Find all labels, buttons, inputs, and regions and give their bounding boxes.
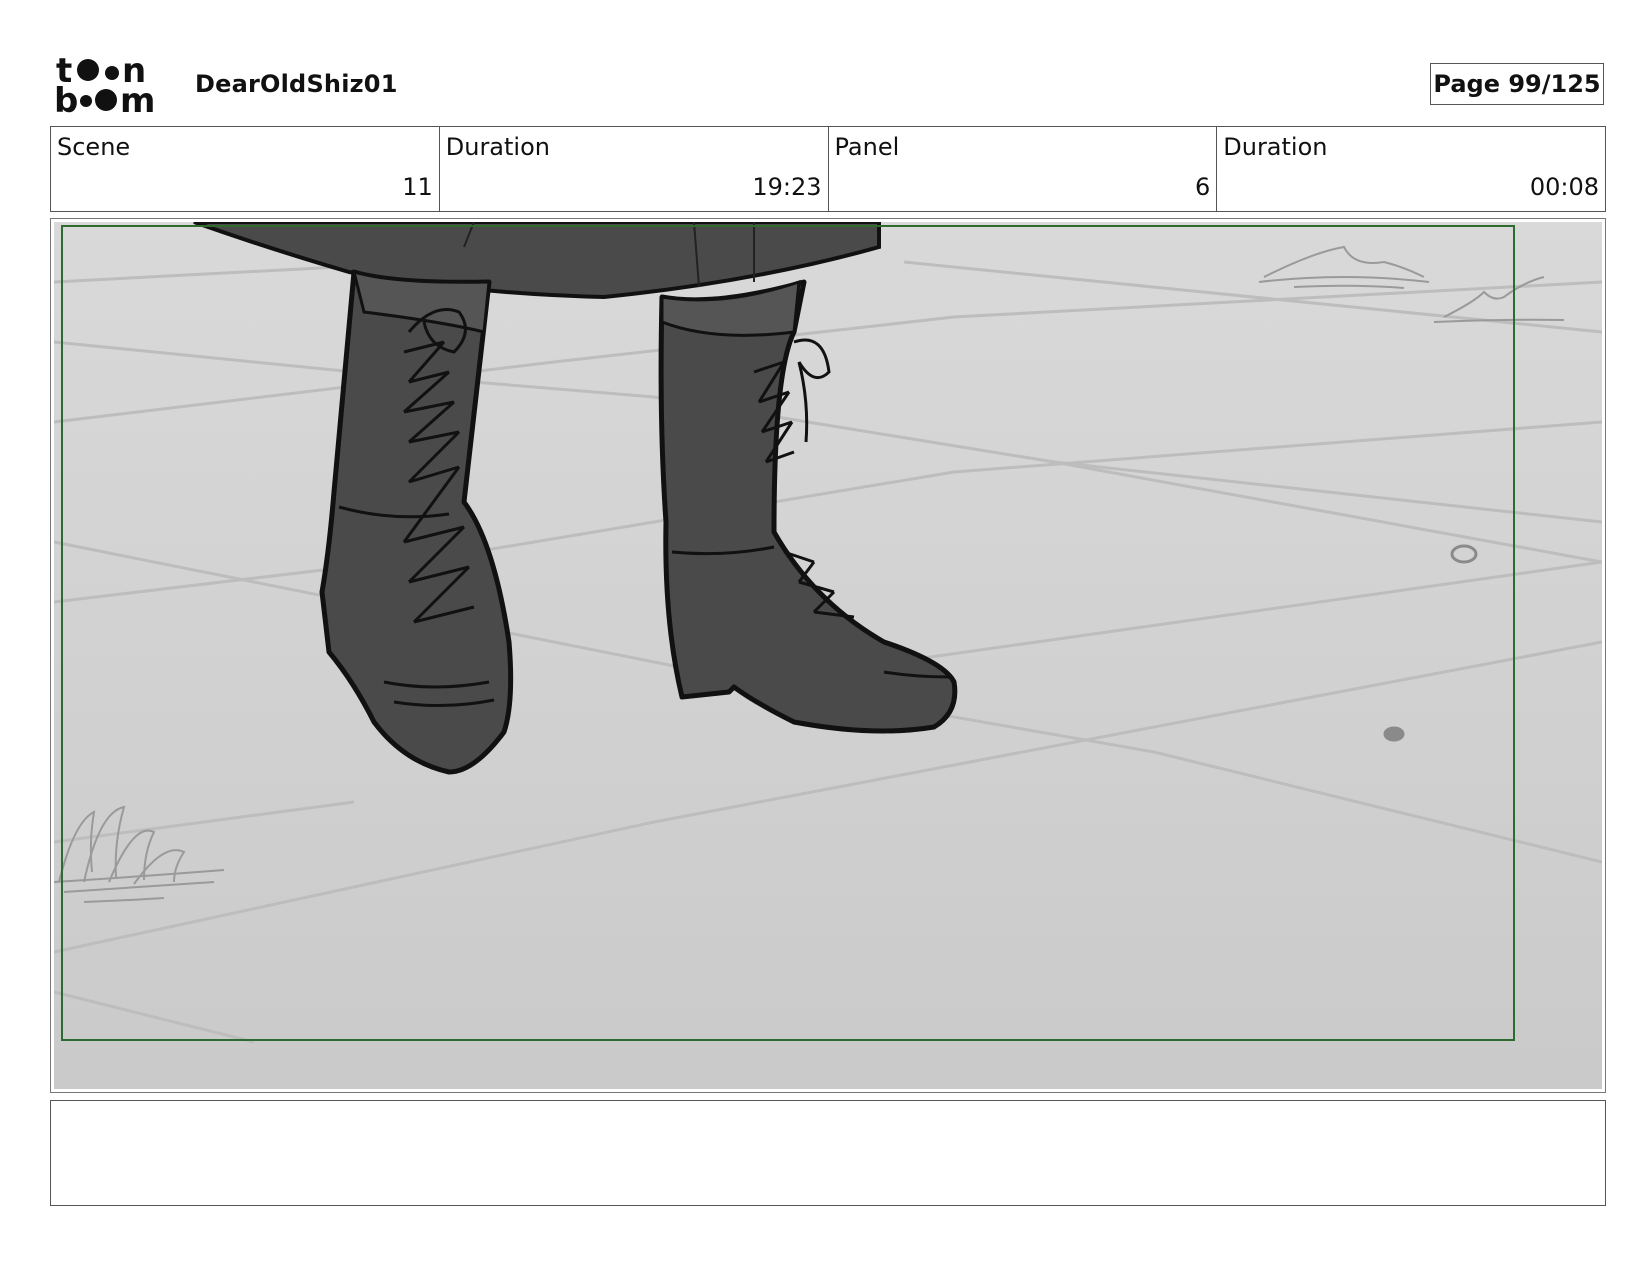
panel-notes-box[interactable] xyxy=(50,1100,1606,1206)
panel-value: 6 xyxy=(1194,173,1211,201)
page-label: Page xyxy=(1433,70,1500,98)
panel-sketch xyxy=(54,222,1602,1089)
page-indicator: Page 99/125 xyxy=(1430,63,1604,105)
svg-text:m: m xyxy=(120,81,155,116)
toon-boom-logo: t n b m xyxy=(54,51,170,121)
scene-duration-label: Duration xyxy=(445,133,550,161)
scene-value: 11 xyxy=(402,173,433,201)
svg-text:b: b xyxy=(54,81,78,116)
project-title: DearOldShiz01 xyxy=(195,70,398,98)
scene-label: Scene xyxy=(57,133,131,161)
scene-duration-value: 19:23 xyxy=(752,173,822,201)
panel-info-row: Scene 11 Duration 19:23 Panel 6 Duration… xyxy=(50,126,1606,212)
scene-duration-cell: Duration 19:23 xyxy=(440,127,829,211)
panel-duration-value: 00:08 xyxy=(1529,173,1599,201)
page-value: 99/125 xyxy=(1508,70,1601,98)
panel-label: Panel xyxy=(834,133,900,161)
storyboard-panel xyxy=(50,218,1606,1093)
panel-cell: Panel 6 xyxy=(829,127,1218,211)
panel-duration-cell: Duration 00:08 xyxy=(1217,127,1605,211)
scene-cell: Scene 11 xyxy=(51,127,440,211)
panel-duration-label: Duration xyxy=(1223,133,1328,161)
